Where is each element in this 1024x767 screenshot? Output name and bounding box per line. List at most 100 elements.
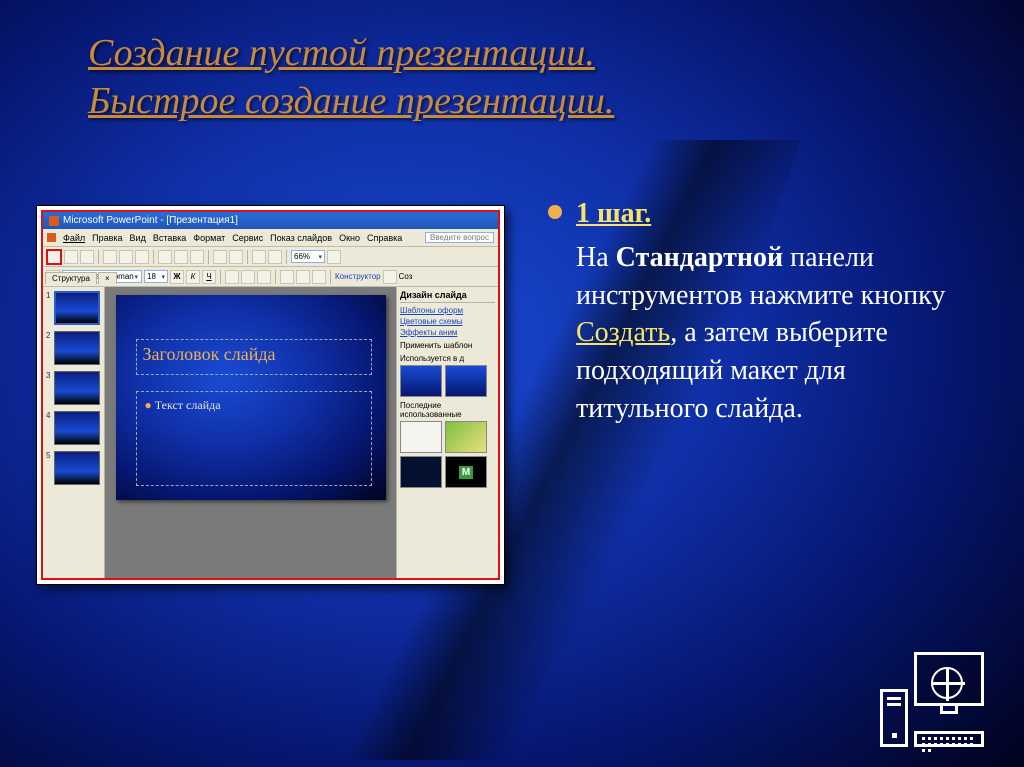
cut-button[interactable] xyxy=(158,250,172,264)
window-title: Microsoft PowerPoint - [Презентация1] xyxy=(63,215,238,226)
slide-thumb-3[interactable] xyxy=(54,371,100,405)
menu-window[interactable]: Окно xyxy=(339,233,360,243)
bullets-button[interactable] xyxy=(280,270,294,284)
open-button[interactable] xyxy=(64,250,78,264)
monitor-icon xyxy=(914,652,984,706)
align-center-button[interactable] xyxy=(241,270,255,284)
title-placeholder[interactable]: Заголовок слайда xyxy=(136,339,372,375)
template-thumb[interactable]: M xyxy=(445,456,487,488)
title-line-1: Создание пустой презентации. xyxy=(88,30,964,78)
tp-link-templates[interactable]: Шаблоны оформ xyxy=(400,306,495,315)
italic-button[interactable]: К xyxy=(186,270,200,284)
help-button[interactable] xyxy=(327,250,341,264)
standard-toolbar: 66% xyxy=(43,247,498,267)
copy-button[interactable] xyxy=(174,250,188,264)
slide-thumb-1[interactable] xyxy=(54,291,100,325)
menu-help[interactable]: Справка xyxy=(367,233,402,243)
slide-thumbnail-panel: Структура × 1 2 3 4 5 xyxy=(43,287,105,578)
align-right-button[interactable] xyxy=(257,270,271,284)
decrease-font-button[interactable] xyxy=(312,270,326,284)
toolbar-separator xyxy=(330,270,331,284)
menu-slideshow[interactable]: Показ слайдов xyxy=(270,233,332,243)
template-thumb[interactable] xyxy=(445,421,487,453)
slide-canvas[interactable]: Заголовок слайда Текст слайда xyxy=(116,295,386,500)
slide-thumb-2[interactable] xyxy=(54,331,100,365)
monitor-stand-icon xyxy=(940,706,958,714)
slide-title: Создание пустой презентации. Быстрое соз… xyxy=(88,30,964,125)
tp-link-effects[interactable]: Эффекты аним xyxy=(400,328,495,337)
slide-thumb-5[interactable] xyxy=(54,451,100,485)
window-titlebar: Microsoft PowerPoint - [Презентация1] xyxy=(43,212,498,229)
increase-font-button[interactable] xyxy=(296,270,310,284)
powerpoint-screenshot: Microsoft PowerPoint - [Презентация1] Фа… xyxy=(36,205,505,585)
slide-thumb-4[interactable] xyxy=(54,411,100,445)
tp-link-colors[interactable]: Цветовые схемы xyxy=(400,317,495,326)
toolbar-separator xyxy=(153,250,154,264)
align-left-button[interactable] xyxy=(225,270,239,284)
design-button[interactable]: Конструктор xyxy=(335,272,381,281)
step-heading: 1 шаг. xyxy=(576,195,651,233)
print-button[interactable] xyxy=(103,250,117,264)
globe-icon xyxy=(931,667,963,699)
toolbar-separator xyxy=(286,250,287,264)
slide-body: 1 шаг. На Стандартной панели инструменто… xyxy=(548,195,984,428)
taskpane-title: Дизайн слайда xyxy=(400,290,495,303)
menu-edit[interactable]: Правка xyxy=(92,233,122,243)
template-thumb[interactable] xyxy=(400,421,442,453)
paste-button[interactable] xyxy=(190,250,204,264)
thumb-row[interactable]: 3 xyxy=(46,371,101,405)
font-size-combo[interactable]: 18 xyxy=(144,270,168,283)
body-pre: На xyxy=(576,242,616,273)
presentation-slide: Создание пустой презентации. Быстрое соз… xyxy=(0,0,1024,767)
chart-button[interactable] xyxy=(252,250,266,264)
body-placeholder-text: Текст слайда xyxy=(145,398,363,413)
table-button[interactable] xyxy=(268,250,282,264)
undo-button[interactable] xyxy=(213,250,227,264)
help-question-box[interactable]: Введите вопрос xyxy=(425,232,494,243)
redo-button[interactable] xyxy=(229,250,243,264)
template-thumb[interactable] xyxy=(445,365,487,397)
body-link: Создать xyxy=(576,317,670,348)
bullet-item: 1 шаг. xyxy=(548,195,984,233)
keyboard-icon xyxy=(914,731,984,747)
computer-icon xyxy=(864,652,984,747)
menu-format[interactable]: Формат xyxy=(193,233,225,243)
work-area: Структура × 1 2 3 4 5 Заголовок слайда Т… xyxy=(43,287,498,578)
new-slide-label: Соз xyxy=(399,272,413,281)
menu-view[interactable]: Вид xyxy=(130,233,146,243)
body-placeholder[interactable]: Текст слайда xyxy=(136,391,372,486)
toolbar-separator xyxy=(208,250,209,264)
new-button[interactable] xyxy=(46,249,62,265)
menu-tools[interactable]: Сервис xyxy=(232,233,263,243)
body-bold: Стандартной xyxy=(616,242,783,273)
template-thumb[interactable] xyxy=(400,456,442,488)
template-thumb[interactable] xyxy=(400,365,442,397)
app-icon xyxy=(49,216,59,226)
preview-button[interactable] xyxy=(119,250,133,264)
zoom-combo[interactable]: 66% xyxy=(291,250,325,263)
underline-button[interactable]: Ч xyxy=(202,270,216,284)
tower-icon xyxy=(880,689,908,747)
toolbar-separator xyxy=(220,270,221,284)
title-line-2: Быстрое создание презентации. xyxy=(88,78,964,126)
tp-recent-label: Последние использованные xyxy=(400,401,495,419)
doc-icon xyxy=(47,233,56,242)
menu-file[interactable]: Файл xyxy=(63,233,85,243)
tp-apply-label: Применить шаблон xyxy=(400,341,495,350)
toolbar-separator xyxy=(275,270,276,284)
toolbar-separator xyxy=(98,250,99,264)
step-body: На Стандартной панели инструментов нажми… xyxy=(576,239,984,428)
thumb-row[interactable]: 1 xyxy=(46,291,101,325)
toolbar-separator xyxy=(247,250,248,264)
thumb-row[interactable]: 4 xyxy=(46,411,101,445)
thumb-row[interactable]: 2 xyxy=(46,331,101,365)
tp-used-label: Используется в д xyxy=(400,354,495,363)
menu-bar: Файл Правка Вид Вставка Формат Сервис По… xyxy=(43,229,498,247)
spelling-button[interactable] xyxy=(135,250,149,264)
thumb-row[interactable]: 5 xyxy=(46,451,101,485)
task-pane: Дизайн слайда Шаблоны оформ Цветовые схе… xyxy=(396,287,498,578)
menu-insert[interactable]: Вставка xyxy=(153,233,186,243)
new-slide-button[interactable] xyxy=(383,270,397,284)
save-button[interactable] xyxy=(80,250,94,264)
bold-button[interactable]: Ж xyxy=(170,270,184,284)
